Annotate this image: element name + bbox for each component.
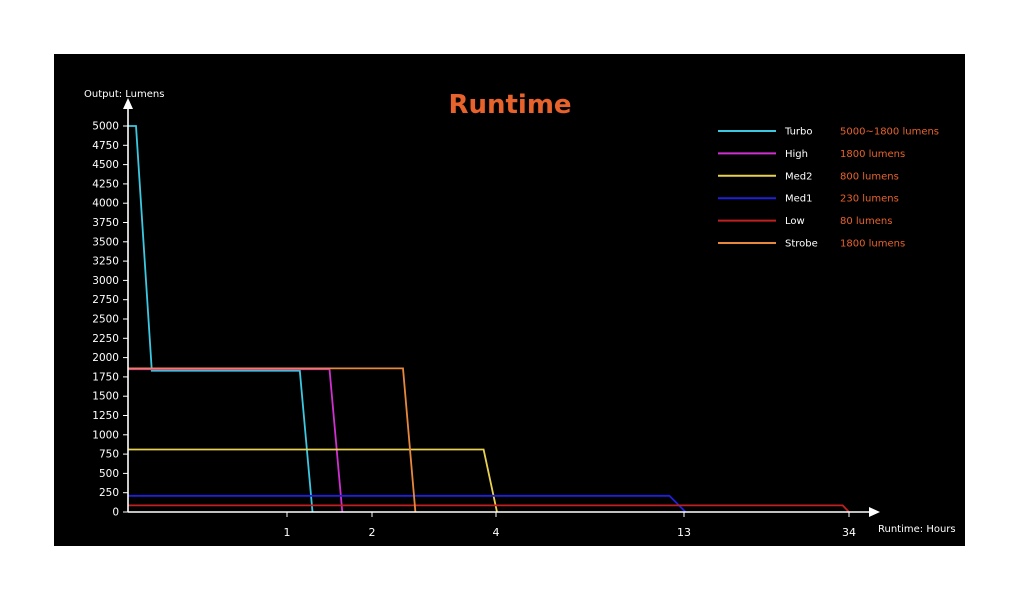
y-tick-label: 2250 <box>92 333 119 345</box>
y-tick-label: 3250 <box>92 256 119 268</box>
y-tick-label: 1000 <box>92 429 119 441</box>
y-tick-label: 1750 <box>92 371 119 383</box>
y-tick-label: 1250 <box>92 410 119 422</box>
series-line-turbo <box>128 125 314 513</box>
y-tick-label: 3500 <box>92 236 119 248</box>
axes-layer: 0 250 500 750 1000 1250 1500 1750 2000 2250 2500 27… <box>92 98 880 539</box>
legend-series-name: Low <box>785 216 805 227</box>
legend-series-value: 230 lumens <box>840 194 899 205</box>
y-tick-label: 4500 <box>92 159 119 171</box>
x-tick-label: 34 <box>842 526 856 539</box>
legend-item-turbo: Turbo 5000~1800 lumens <box>718 127 939 138</box>
legend-series-value: 800 lumens <box>840 171 899 182</box>
y-axis-label: Output: Lumens <box>84 89 164 100</box>
x-axis-label: Runtime: Hours <box>878 524 956 535</box>
series-line-low <box>128 504 850 513</box>
chart-title: Runtime <box>448 90 571 120</box>
y-tick-label: 3000 <box>92 275 119 287</box>
y-tick-label: 2750 <box>92 294 119 306</box>
legend-series-name: Med2 <box>785 171 813 182</box>
y-tick-label: 2500 <box>92 314 119 326</box>
legend-item-strobe: Strobe 1800 lumens <box>718 239 905 250</box>
y-tick-label: 4000 <box>92 198 119 210</box>
legend-series-name: Med1 <box>785 194 813 205</box>
series-layer <box>128 125 850 513</box>
legend: Turbo 5000~1800 lumens High 1800 lumens Med2… <box>718 127 939 250</box>
legend-series-value: 80 lumens <box>840 216 892 227</box>
runtime-chart: Runtime Output: Lumens Runtime: Hours 0 2… <box>84 89 956 539</box>
y-tick-label: 2000 <box>92 352 119 364</box>
x-axis-arrow <box>869 507 880 517</box>
legend-series-value: 5000~1800 lumens <box>840 127 939 138</box>
legend-series-value: 1800 lumens <box>840 239 905 250</box>
legend-item-high: High 1800 lumens <box>718 149 905 160</box>
legend-series-value: 1800 lumens <box>840 149 905 160</box>
series-line-strobe <box>128 367 417 513</box>
x-tick-label: 13 <box>677 526 691 539</box>
x-tick-label: 4 <box>493 526 500 539</box>
legend-series-name: Strobe <box>785 239 818 250</box>
legend-series-name: High <box>785 149 808 160</box>
y-tick-label: 4250 <box>92 178 119 190</box>
y-tick-label: 4750 <box>92 140 119 152</box>
y-tick-label: 1500 <box>92 391 119 403</box>
y-tick-label: 0 <box>112 507 119 519</box>
y-tick-label: 250 <box>99 487 119 499</box>
y-tick-label: 750 <box>99 449 119 461</box>
legend-series-name: Turbo <box>784 127 813 138</box>
y-tick-label: 5000 <box>92 121 119 133</box>
x-tick-label: 2 <box>369 526 376 539</box>
legend-item-low: Low 80 lumens <box>718 216 892 227</box>
y-tick-label: 3750 <box>92 217 119 229</box>
y-tick-label: 500 <box>99 468 119 480</box>
legend-item-med1: Med1 230 lumens <box>718 194 899 205</box>
legend-item-med2: Med2 800 lumens <box>718 171 899 182</box>
series-line-med1 <box>128 494 687 513</box>
x-tick-label: 1 <box>284 526 291 539</box>
chart-panel: Runtime Output: Lumens Runtime: Hours 0 2… <box>54 54 965 546</box>
